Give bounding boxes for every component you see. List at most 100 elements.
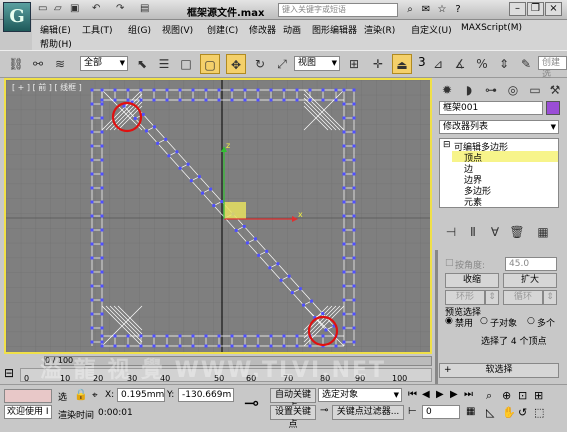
- zoom-extents-all-icon[interactable]: ⊞: [534, 389, 543, 402]
- auto-key-button[interactable]: 自动关键点: [270, 388, 316, 413]
- make-unique-icon[interactable]: ∀: [485, 222, 505, 242]
- y-coord-field[interactable]: -130.669m: [178, 388, 234, 402]
- pivot-center-icon[interactable]: ⊞: [344, 54, 364, 74]
- key-filters-button[interactable]: 关键点过滤器...: [332, 405, 404, 420]
- window-crossing-icon[interactable]: ▢: [200, 54, 220, 74]
- menu-edit[interactable]: 编辑(E): [40, 23, 71, 36]
- zoom-icon[interactable]: ⌕: [486, 389, 492, 403]
- remove-modifier-icon[interactable]: 🗑: [507, 222, 527, 242]
- configure-sets-icon[interactable]: ▦: [533, 222, 553, 242]
- stack-item-element[interactable]: 元素: [464, 195, 482, 208]
- modifier-list-dropdown[interactable]: 修改器列表: [439, 120, 559, 134]
- select-scale-icon[interactable]: ⤢: [272, 54, 292, 74]
- menu-modifiers[interactable]: 修改器: [249, 23, 276, 36]
- menu-customize[interactable]: 自定义(U): [411, 23, 452, 36]
- welcome-field[interactable]: 欢迎使用 I: [4, 405, 52, 419]
- previous-frame-icon[interactable]: ◀: [422, 389, 430, 400]
- spinner-snap-icon[interactable]: ⇕: [494, 54, 514, 74]
- select-move-icon[interactable]: ✥: [226, 54, 246, 74]
- menu-create[interactable]: 创建(C): [207, 23, 238, 36]
- help-icon[interactable]: ?: [451, 3, 465, 17]
- unlink-icon[interactable]: ⚯: [28, 54, 48, 74]
- ring-spinner[interactable]: ⇕: [485, 290, 499, 305]
- menu-graph-editors[interactable]: 图形编辑器: [312, 23, 357, 36]
- modify-tab-icon[interactable]: ◗: [459, 80, 479, 100]
- project-folder-icon[interactable]: ▤: [140, 3, 149, 17]
- snap-toggle-value[interactable]: 3: [418, 55, 426, 69]
- object-name-field[interactable]: 框架001: [439, 101, 543, 115]
- link-icon[interactable]: ⛓: [6, 54, 26, 74]
- grow-button[interactable]: 扩大: [503, 273, 557, 288]
- by-angle-checkbox[interactable]: □: [445, 258, 454, 268]
- bind-space-warp-icon[interactable]: ≋: [50, 54, 70, 74]
- play-icon[interactable]: ▶: [436, 389, 444, 400]
- key-mode-icon[interactable]: ⊸: [244, 393, 259, 414]
- rectangle-selection-icon[interactable]: □: [176, 54, 196, 74]
- reference-coordinate-dropdown[interactable]: 视图: [294, 56, 340, 71]
- mini-curve-editor-icon[interactable]: ⊟: [4, 366, 14, 380]
- time-configuration-icon[interactable]: ▦: [466, 406, 475, 417]
- snaps-toggle-icon[interactable]: ⊿: [428, 54, 448, 74]
- stack-expand-icon[interactable]: ⊟: [443, 140, 451, 150]
- front-viewport[interactable]: x z [ + ] [ 前 ] [ 线框 ]: [4, 78, 432, 354]
- selection-filter-dropdown[interactable]: 全部: [80, 56, 128, 71]
- close-button[interactable]: ×: [545, 2, 562, 16]
- menu-animation[interactable]: 动画: [283, 23, 301, 36]
- create-tab-icon[interactable]: ✹: [437, 80, 457, 100]
- loop-spinner[interactable]: ⇕: [543, 290, 557, 305]
- go-to-start-icon[interactable]: ⏮: [408, 389, 417, 400]
- motion-tab-icon[interactable]: ◎: [503, 80, 523, 100]
- soft-selection-rollout[interactable]: + 软选择: [439, 363, 559, 378]
- zoom-extents-icon[interactable]: ⊡: [518, 389, 527, 402]
- angle-snap-icon[interactable]: ∡: [450, 54, 470, 74]
- keyboard-shortcut-override-icon[interactable]: ⏏: [392, 54, 412, 74]
- hierarchy-tab-icon[interactable]: ⊶: [481, 80, 501, 100]
- key-selection-dropdown[interactable]: 选定对象: [318, 388, 402, 402]
- restore-button[interactable]: ❐: [527, 2, 544, 16]
- menu-rendering[interactable]: 渲染(R): [364, 23, 395, 36]
- preview-subobject-radio[interactable]: ○: [480, 316, 488, 326]
- display-tab-icon[interactable]: ▭: [525, 80, 545, 100]
- next-frame-icon[interactable]: ▶: [450, 389, 458, 400]
- pin-stack-icon[interactable]: ⊣: [441, 222, 461, 242]
- viewport-label[interactable]: [ + ] [ 前 ] [ 线框 ]: [12, 82, 82, 93]
- angle-spinner[interactable]: 45.0: [505, 257, 557, 271]
- edit-named-selection-icon[interactable]: ✎: [516, 54, 536, 74]
- pan-icon[interactable]: ✋: [502, 406, 516, 419]
- utilities-tab-icon[interactable]: ⚒: [545, 80, 565, 100]
- maxscript-listener[interactable]: [4, 389, 52, 403]
- select-rotate-icon[interactable]: ↻: [250, 54, 270, 74]
- application-button[interactable]: G: [3, 2, 31, 32]
- percent-snap-icon[interactable]: %: [472, 54, 492, 74]
- shrink-button[interactable]: 收缩: [445, 273, 499, 288]
- menu-group[interactable]: 组(G): [128, 23, 151, 36]
- orbit-icon[interactable]: ↺: [518, 406, 527, 419]
- key-filters-icon[interactable]: ⊸: [320, 405, 328, 416]
- menu-maxscript[interactable]: MAXScript(M): [461, 23, 522, 33]
- preview-multi-radio[interactable]: ○: [527, 316, 535, 326]
- select-manipulate-icon[interactable]: ✛: [368, 54, 388, 74]
- key-mode-toggle-icon[interactable]: ⊢: [408, 406, 417, 417]
- communication-icon[interactable]: ☆: [435, 3, 449, 17]
- open-icon[interactable]: ▱: [54, 3, 62, 17]
- save-icon[interactable]: ▣: [70, 3, 79, 17]
- menu-help[interactable]: 帮助(H): [40, 37, 72, 50]
- zoom-all-icon[interactable]: ⊕: [502, 389, 511, 402]
- x-coord-field[interactable]: 0.195mm: [117, 388, 165, 402]
- maximize-viewport-icon[interactable]: ⬚: [534, 406, 544, 419]
- lock-selection-icon[interactable]: 🔒: [74, 388, 88, 401]
- field-of-view-icon[interactable]: ◺: [486, 406, 494, 419]
- undo-icon[interactable]: ↶: [92, 3, 100, 17]
- panel-scroll-track[interactable]: [435, 250, 438, 384]
- new-icon[interactable]: ▭: [38, 3, 47, 17]
- select-by-name-icon[interactable]: ☰: [154, 54, 174, 74]
- redo-icon[interactable]: ↷: [116, 3, 124, 17]
- current-frame-field[interactable]: 0: [422, 405, 460, 419]
- subscription-icon[interactable]: ✉: [419, 3, 433, 17]
- menu-views[interactable]: 视图(V): [162, 23, 193, 36]
- ring-button[interactable]: 环形: [445, 290, 485, 305]
- object-color-swatch[interactable]: [546, 101, 560, 115]
- search-icon[interactable]: ⌕: [403, 3, 417, 17]
- loop-button[interactable]: 循环: [503, 290, 543, 305]
- named-selection-input[interactable]: 创建选: [538, 56, 567, 80]
